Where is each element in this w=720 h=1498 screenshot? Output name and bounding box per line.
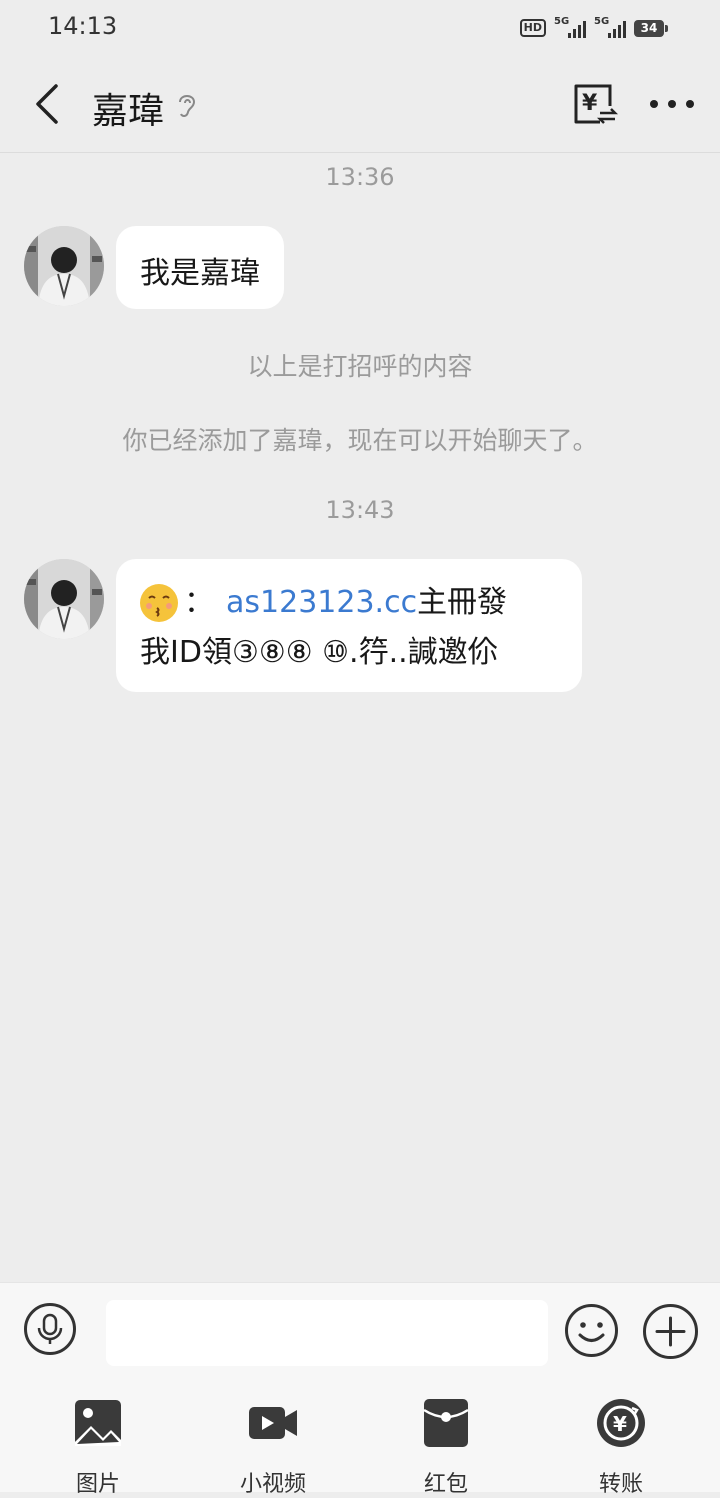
status-icons: HD 5G 5G 34 [519,16,668,40]
message-link[interactable]: as123123.cc [226,577,417,629]
status-bar: 14:13 HD 5G 5G 34 [0,0,720,56]
action-transfer[interactable]: ¥ 转账 [561,1398,681,1498]
chat-title: 嘉瑋 [92,91,165,132]
avatar[interactable] [24,226,104,306]
signal-icon-2: 5G [594,16,626,38]
action-label: 小视频 [239,1472,306,1497]
action-label: 图片 [75,1472,120,1497]
svg-text:¥: ¥ [613,1412,627,1436]
plus-icon[interactable] [642,1303,699,1360]
message-text-line2: 我ID領③⑧⑧ ⑩.筕..諴邀伱 [140,635,498,670]
kissing-emoji-icon [140,584,178,622]
video-icon [249,1407,297,1439]
input-bar [0,1282,720,1383]
transfer-icon: ¥ [597,1399,645,1447]
transfer-icon[interactable]: ¥ [570,80,618,128]
system-message: 你已经添加了嘉瑋，现在可以开始聊天了。 [122,426,598,455]
message-bubble[interactable]: ： as123123.cc 主冊發 我ID領③⑧⑧ ⑩.筕..諴邀伱 [116,559,582,692]
message-bubble[interactable]: 我是嘉瑋 [116,226,284,309]
action-red-packet[interactable]: 红包 [386,1398,506,1498]
hd-icon: HD [519,19,546,37]
network-label: 5G [554,16,570,27]
more-icon[interactable] [650,92,694,116]
message-text: 主冊發 [417,585,508,620]
battery-icon: 34 [634,19,668,37]
action-video[interactable]: 小视频 [213,1398,333,1498]
timestamp: 13:43 [325,496,395,524]
system-message: 以上是打招呼的内容 [247,352,473,381]
network-label-2: 5G [594,16,610,27]
action-bar: 图片 小视频 红包 ¥ 转账 [0,1382,720,1497]
emoji-icon[interactable] [564,1303,619,1358]
timestamp: 13:36 [325,163,395,191]
action-label: 转账 [598,1472,643,1497]
svg-text:¥: ¥ [582,91,598,116]
ear-icon [179,95,196,118]
signal-icon: 5G [554,16,586,38]
avatar[interactable] [24,559,104,639]
microphone-icon[interactable] [24,1303,76,1355]
message-input[interactable] [106,1300,548,1366]
action-image[interactable]: 图片 [38,1398,158,1498]
message-colon: ： [184,585,214,620]
action-label: 红包 [423,1472,468,1497]
message-text: 我是嘉瑋 [140,256,260,291]
image-icon [75,1400,121,1446]
status-time: 14:13 [48,12,118,40]
red-packet-icon [423,1399,469,1447]
back-arrow-icon[interactable] [30,82,70,126]
chat-header: 嘉瑋 ¥ [0,56,720,153]
